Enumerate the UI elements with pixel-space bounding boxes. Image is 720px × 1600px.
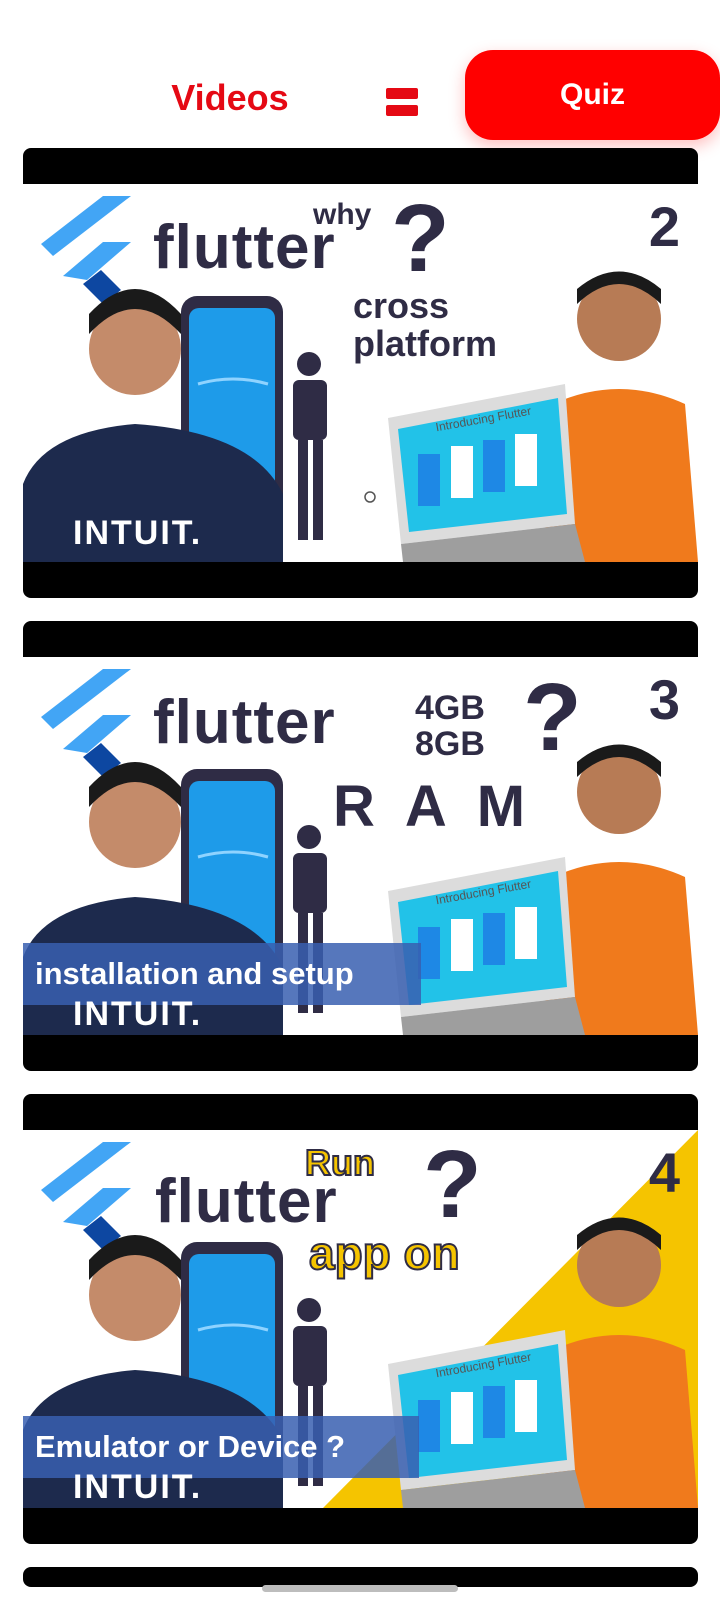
home-indicator[interactable] (262, 1585, 458, 1592)
tab-videos[interactable]: Videos (150, 70, 310, 126)
video-thumbnail[interactable]: 4 Run flutter ? app on Emulator or Devic… (23, 1130, 698, 1508)
video-thumbnail[interactable]: 2 why flutter ? cross platform INTUIT. I… (23, 184, 698, 562)
title-question-mark: ? (391, 185, 450, 292)
shirt-logo-text: INTUIT. (73, 1468, 203, 1506)
episode-number: 3 (648, 668, 680, 731)
thumbnail-artwork (23, 196, 698, 562)
title-main: flutter (153, 213, 336, 282)
subtitle: R A M (333, 774, 534, 839)
title-question-mark: ? (423, 1131, 482, 1238)
quiz-button[interactable]: Quiz (465, 50, 720, 140)
shirt-logo-text: INTUIT. (73, 995, 203, 1033)
title-question-mark: ? (523, 664, 582, 771)
episode-number: 2 (648, 195, 680, 258)
title-main: flutter (153, 688, 336, 757)
top-bar: Videos Quiz (0, 0, 720, 148)
ram-option-2: 8GB (415, 725, 485, 763)
shirt-logo-text: INTUIT. (73, 514, 203, 552)
menu-icon[interactable] (386, 88, 418, 118)
video-card[interactable] (23, 1567, 698, 1587)
video-card[interactable]: 4 Run flutter ? app on Emulator or Devic… (23, 1094, 698, 1544)
subtitle-line1: cross (353, 285, 450, 326)
episode-number: 4 (648, 1141, 680, 1204)
video-card[interactable]: 3 flutter 4GB 8GB ? R A M installation a… (23, 621, 698, 1071)
video-card[interactable]: 2 why flutter ? cross platform INTUIT. I… (23, 148, 698, 598)
title-after: app on (308, 1226, 461, 1280)
ram-option-1: 4GB (415, 689, 485, 727)
video-thumbnail[interactable]: 3 flutter 4GB 8GB ? R A M installation a… (23, 657, 698, 1035)
subtitle-line2: platform (353, 323, 497, 364)
